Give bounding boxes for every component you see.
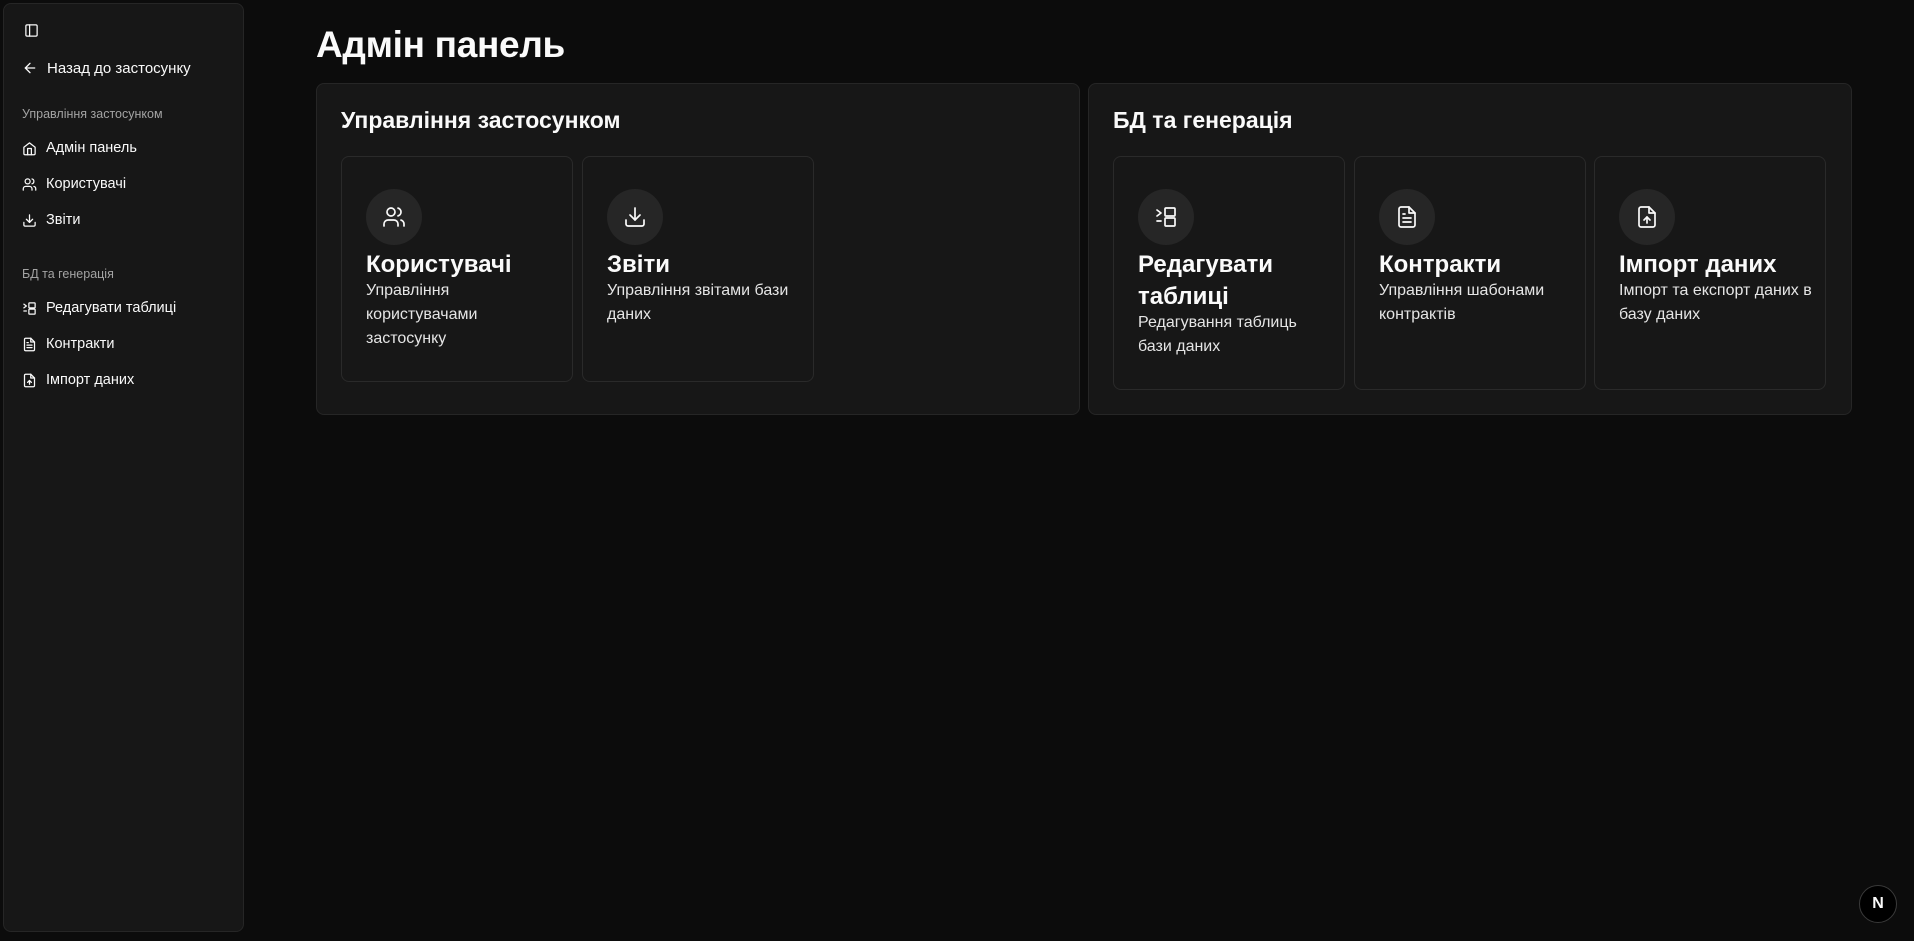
section-title: Управління застосунком [341, 107, 621, 133]
card-icon-circle [607, 189, 663, 245]
card-icon-circle [1379, 189, 1435, 245]
card-description: Імпорт та експорт даних в базу даних [1619, 282, 1812, 323]
card-reports[interactable]: Звіти Управління звітами бази даних [582, 156, 814, 382]
card-description: Управління звітами бази даних [607, 282, 789, 323]
sidebar-item-label: Адмін панель [46, 140, 137, 156]
file-upload-icon [23, 373, 36, 387]
card-icon-circle [366, 189, 422, 245]
sidebar-item-import[interactable]: Імпорт даних [22, 367, 232, 393]
card-title: Контракти [1379, 251, 1502, 278]
sidebar: Назад до застосунку Управління застосунк… [3, 3, 244, 932]
sidebar-group-label-app: Управління застосунком [22, 107, 163, 121]
card-description: Управління шабонами контрактів [1379, 282, 1545, 323]
users-icon [383, 207, 405, 227]
panel-left-icon [24, 23, 38, 37]
file-upload-icon [1638, 206, 1656, 228]
card-description: Управління користувачами застосунку [366, 282, 478, 347]
table-edit-icon [23, 301, 36, 315]
sidebar-item-edit-tables[interactable]: Редагувати таблиці [22, 295, 232, 321]
download-icon [625, 207, 645, 227]
page-title: Адмін панель [316, 24, 565, 65]
card-contracts[interactable]: Контракти Управління шабонами контрактів [1354, 156, 1586, 390]
card-description: Редагування таблиць бази даних [1138, 314, 1297, 355]
sidebar-item-label: Користувачі [46, 176, 127, 192]
sidebar-item-label: Контракти [46, 336, 115, 352]
section-db-generation: БД та генерація Редагувати таблиці Редаг… [1088, 83, 1852, 415]
download-icon [23, 213, 36, 227]
card-edit-tables[interactable]: Редагувати таблиці Редагування таблиць б… [1113, 156, 1345, 390]
sidebar-item-label: Звіти [46, 212, 81, 228]
back-link-label: Назад до застосунку [47, 59, 191, 77]
arrow-left-icon [24, 62, 36, 74]
section-app-management: Управління застосунком Користувачі Управ… [316, 83, 1080, 415]
card-title: Редагувати таблиці [1138, 251, 1273, 310]
users-icon [22, 177, 37, 191]
back-to-app-link[interactable]: Назад до застосунку [22, 55, 191, 81]
home-icon [23, 141, 36, 155]
nextjs-badge-label: N [1872, 895, 1884, 912]
card-icon-circle [1619, 189, 1675, 245]
card-icon-circle [1138, 189, 1194, 245]
file-text-icon [23, 337, 36, 351]
card-title: Користувачі [366, 251, 512, 278]
table-edit-icon [1156, 207, 1176, 227]
sidebar-toggle-button[interactable] [20, 19, 42, 41]
sidebar-group-label-db: БД та генерація [22, 267, 114, 281]
file-text-icon [1398, 206, 1416, 228]
section-title: БД та генерація [1113, 107, 1293, 133]
sidebar-item-label: Імпорт даних [46, 372, 135, 388]
card-import-data[interactable]: Імпорт даних Імпорт та експорт даних в б… [1594, 156, 1826, 390]
card-title: Звіти [607, 251, 670, 278]
sidebar-item-reports[interactable]: Звіти [22, 207, 232, 233]
sidebar-item-admin-panel[interactable]: Адмін панель [22, 135, 232, 161]
card-users[interactable]: Користувачі Управління користувачами зас… [341, 156, 573, 382]
sidebar-item-label: Редагувати таблиці [46, 300, 177, 316]
nextjs-icon[interactable]: N [1859, 885, 1897, 923]
card-title: Імпорт даних [1619, 251, 1777, 278]
sidebar-item-users[interactable]: Користувачі [22, 171, 232, 197]
sidebar-item-contracts[interactable]: Контракти [22, 331, 232, 357]
